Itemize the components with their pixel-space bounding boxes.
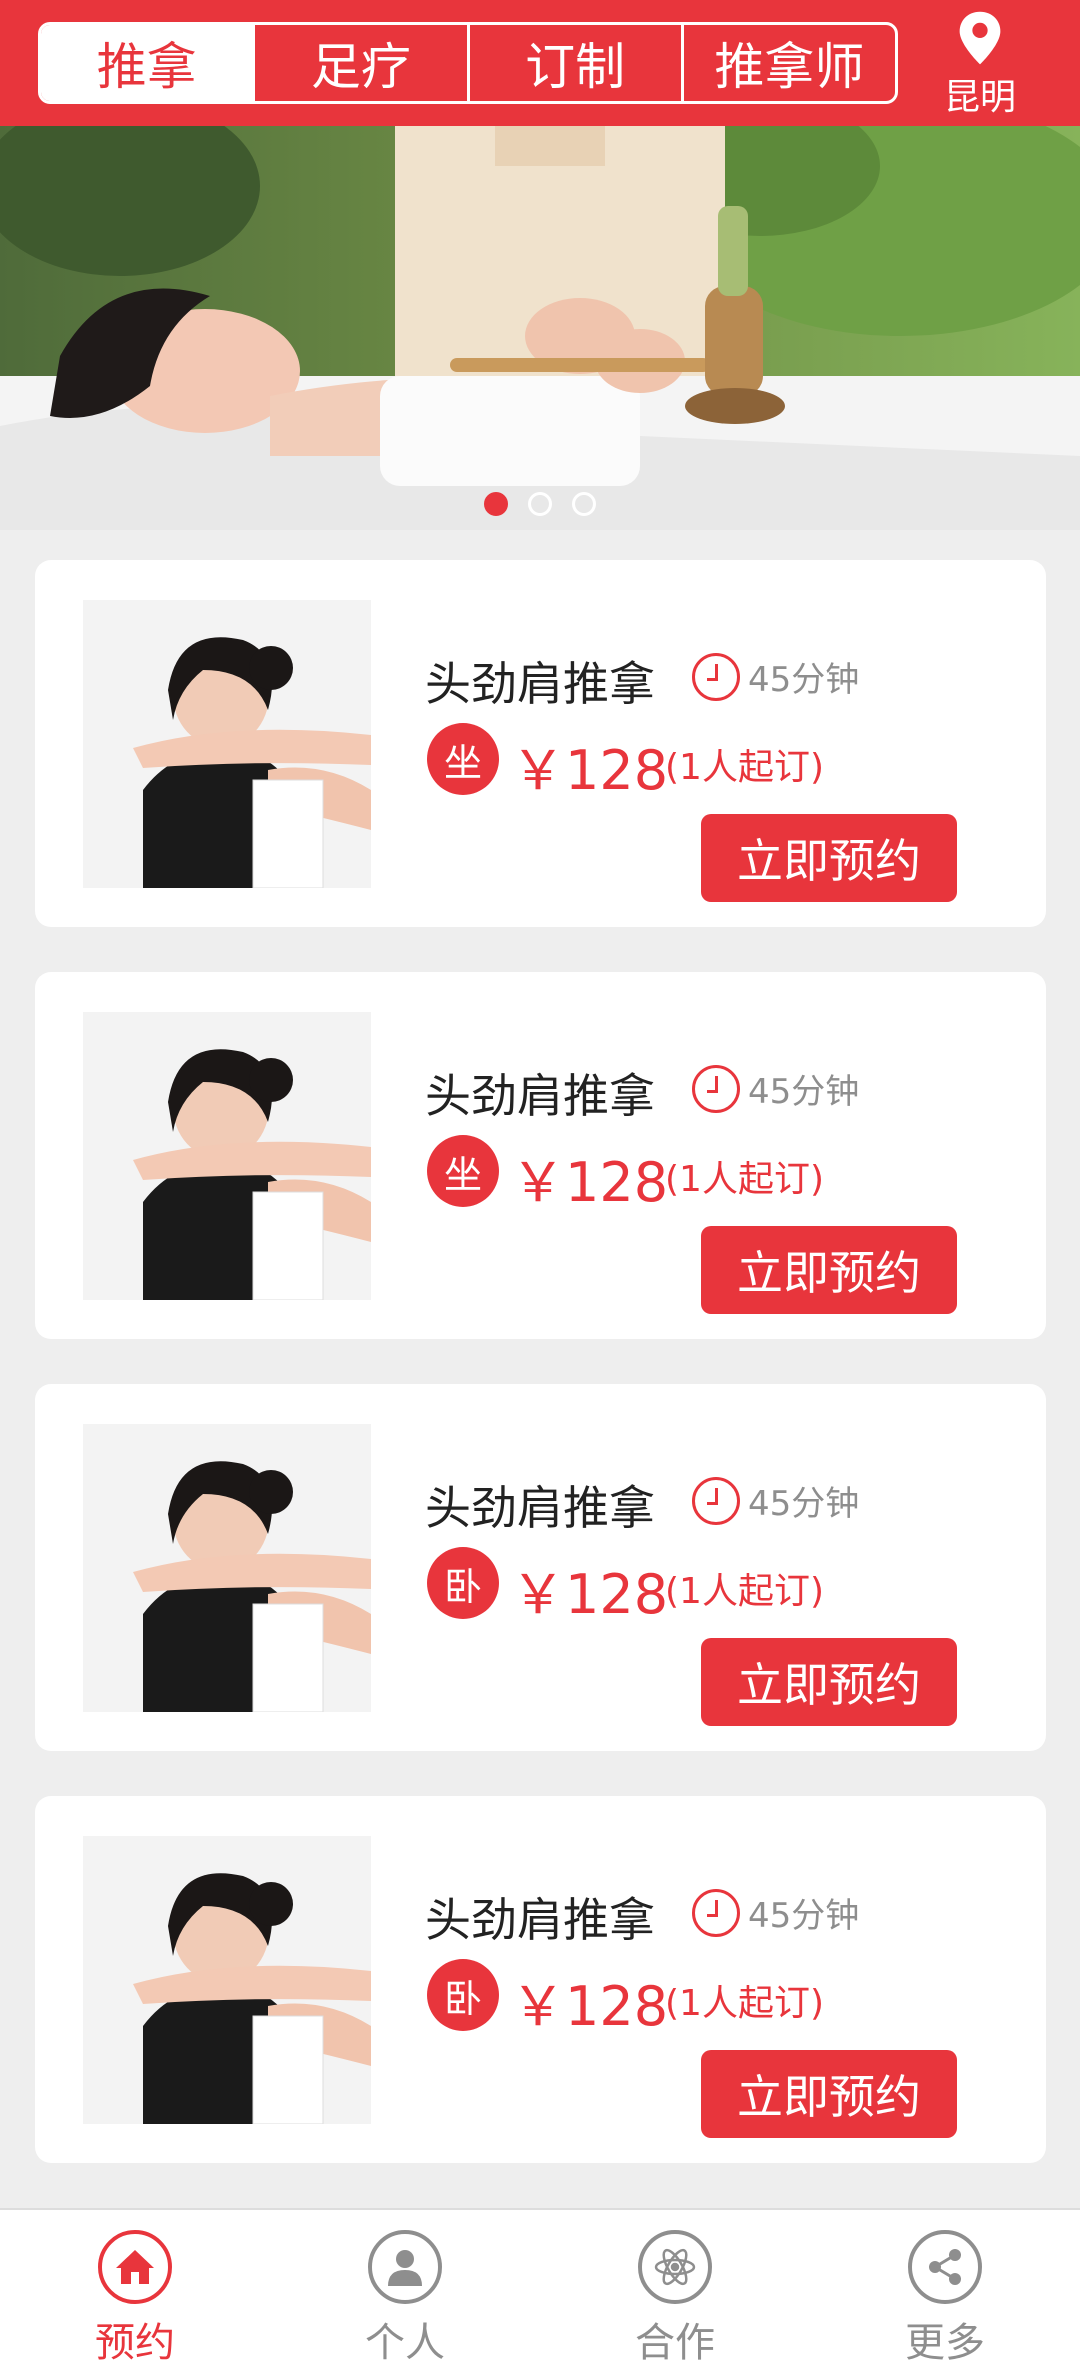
service-duration: 45分钟: [692, 1064, 859, 1113]
share-icon: [908, 2230, 982, 2304]
posture-badge: 卧: [427, 1959, 499, 2031]
tabbar-label: 预约: [95, 2320, 175, 2366]
tab-masseur[interactable]: 推拿师: [680, 25, 895, 101]
service-duration: 45分钟: [692, 652, 859, 701]
service-thumbnail: [83, 1836, 371, 2124]
atom-icon: [638, 2230, 712, 2304]
service-price: ￥128: [511, 1151, 669, 1214]
carousel-indicator: [0, 492, 1080, 516]
service-price: ￥128: [511, 1563, 669, 1626]
duration-label: 45分钟: [748, 1484, 860, 1524]
tab-massage[interactable]: 推拿: [41, 25, 253, 101]
service-name: 头劲肩推拿: [425, 1481, 655, 1535]
tab-foot-therapy[interactable]: 足疗: [252, 25, 466, 101]
tab-custom[interactable]: 订制: [466, 25, 681, 101]
service-thumbnail: [83, 1012, 371, 1300]
tabbar-label: 合作: [635, 2320, 715, 2366]
carousel-dot[interactable]: [572, 492, 596, 516]
tabbar-label: 更多: [905, 2320, 985, 2366]
duration-label: 45分钟: [748, 1896, 860, 1936]
min-order-note: (1人起订): [665, 1983, 824, 2024]
banner-image: [0, 126, 1080, 530]
clock-icon: [692, 1064, 740, 1113]
service-duration: 45分钟: [692, 1888, 859, 1937]
book-now-button[interactable]: 立即预约: [701, 1226, 957, 1314]
clock-icon: [692, 1888, 740, 1937]
book-now-button[interactable]: 立即预约: [701, 2050, 957, 2138]
tabbar-personal[interactable]: 个人: [270, 2210, 540, 2380]
posture-badge: 坐: [427, 1135, 499, 1207]
duration-label: 45分钟: [748, 660, 860, 700]
duration-label: 45分钟: [748, 1072, 860, 1112]
clock-icon: [692, 1476, 740, 1525]
service-name: 头劲肩推拿: [425, 657, 655, 711]
bottom-tab-bar: 预约 个人 合作 更多: [0, 2208, 1080, 2380]
location-label: 昆明: [943, 77, 1016, 118]
service-list: 头劲肩推拿 45分钟 坐 ￥128 (1人起订) 立即预约 头劲肩推拿 45分钟…: [35, 560, 1046, 2208]
min-order-note: (1人起订): [665, 747, 824, 788]
tabbar-book[interactable]: 预约: [0, 2210, 270, 2380]
clock-icon: [692, 652, 740, 701]
tabbar-label: 个人: [365, 2320, 445, 2366]
top-header: 推拿 足疗 订制 推拿师 昆明: [0, 0, 1080, 126]
map-pin-icon: [959, 11, 1001, 65]
book-now-button[interactable]: 立即预约: [701, 814, 957, 902]
min-order-note: (1人起订): [665, 1571, 824, 1612]
carousel-dot[interactable]: [528, 492, 552, 516]
service-name: 头劲肩推拿: [425, 1893, 655, 1947]
service-duration: 45分钟: [692, 1476, 859, 1525]
service-card[interactable]: 头劲肩推拿 45分钟 坐 ￥128 (1人起订) 立即预约: [35, 560, 1046, 927]
service-thumbnail: [83, 600, 371, 888]
tabbar-more[interactable]: 更多: [810, 2210, 1080, 2380]
service-card[interactable]: 头劲肩推拿 45分钟 坐 ￥128 (1人起订) 立即预约: [35, 972, 1046, 1339]
category-segmented-control: 推拿 足疗 订制 推拿师: [38, 22, 898, 104]
tabbar-cooperation[interactable]: 合作: [540, 2210, 810, 2380]
service-thumbnail: [83, 1424, 371, 1712]
promo-banner[interactable]: [0, 126, 1080, 530]
home-icon: [98, 2230, 172, 2304]
carousel-dot[interactable]: [484, 492, 508, 516]
service-price: ￥128: [511, 1975, 669, 2038]
posture-badge: 卧: [427, 1547, 499, 1619]
service-name: 头劲肩推拿: [425, 1069, 655, 1123]
book-now-button[interactable]: 立即预约: [701, 1638, 957, 1726]
min-order-note: (1人起订): [665, 1159, 824, 1200]
posture-badge: 坐: [427, 723, 499, 795]
service-card[interactable]: 头劲肩推拿 45分钟 卧 ￥128 (1人起订) 立即预约: [35, 1796, 1046, 2163]
location-selector[interactable]: 昆明: [930, 10, 1030, 120]
service-card[interactable]: 头劲肩推拿 45分钟 卧 ￥128 (1人起订) 立即预约: [35, 1384, 1046, 1751]
person-icon: [368, 2230, 442, 2304]
service-price: ￥128: [511, 739, 669, 802]
